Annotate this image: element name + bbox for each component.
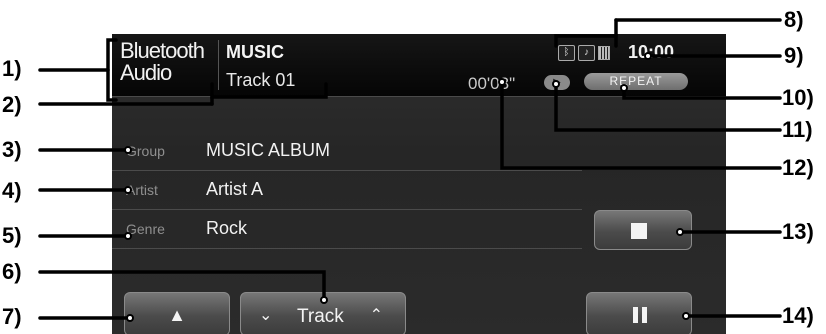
battery-icon bbox=[598, 46, 610, 60]
stop-button[interactable] bbox=[594, 210, 692, 250]
bluetooth-audio-icon: ♪ bbox=[578, 45, 595, 61]
callout-9: 9) bbox=[784, 43, 804, 68]
genre-value: Rock bbox=[206, 218, 248, 238]
music-label: MUSIC bbox=[226, 42, 284, 62]
callout-2: 2) bbox=[2, 92, 22, 117]
source-title[interactable]: Bluetooth Audio bbox=[120, 40, 220, 84]
callout-3: 3) bbox=[2, 137, 22, 162]
info-row-genre: Genre Rock bbox=[112, 210, 582, 249]
callout-11: 11) bbox=[782, 117, 813, 142]
source-line1: Bluetooth bbox=[120, 38, 205, 63]
chevron-down-icon[interactable]: ⌄ bbox=[259, 305, 272, 325]
repeat-indicator: REPEAT bbox=[584, 73, 688, 90]
artist-label: Artist bbox=[126, 182, 158, 198]
bluetooth-phone-icon: ᛒ bbox=[558, 45, 575, 61]
callout-6: 6) bbox=[2, 259, 22, 284]
status-icons: ᛒ ♪ bbox=[558, 44, 610, 62]
folder-up-button[interactable]: ▲ bbox=[124, 292, 230, 334]
pause-icon bbox=[632, 307, 648, 323]
genre-label: Genre bbox=[126, 221, 165, 237]
callout-5: 5) bbox=[2, 223, 22, 248]
callout-10: 10) bbox=[782, 85, 814, 110]
track-label: Track 01 bbox=[226, 70, 296, 90]
elapsed-time: 00'03" bbox=[468, 74, 516, 93]
pause-button[interactable] bbox=[586, 292, 692, 334]
info-row-group: Group MUSIC ALBUM bbox=[112, 132, 582, 171]
callout-12: 12) bbox=[782, 155, 814, 180]
info-row-artist: Artist Artist A bbox=[112, 171, 582, 210]
play-icon: ▶ bbox=[544, 75, 570, 90]
callout-1: 1) bbox=[2, 56, 22, 81]
artist-value: Artist A bbox=[206, 179, 264, 199]
clock: 10:00 bbox=[628, 42, 675, 62]
group-label: Group bbox=[126, 143, 165, 159]
callout-14: 14) bbox=[782, 303, 814, 328]
callout-13: 13) bbox=[782, 219, 814, 244]
callout-8: 8) bbox=[784, 7, 804, 32]
header-bar: Bluetooth Audio MUSIC Track 01 00'03" ᛒ … bbox=[112, 34, 726, 97]
up-arrow-icon: ▲ bbox=[168, 305, 186, 325]
header-divider bbox=[218, 40, 219, 90]
audio-screen: Bluetooth Audio MUSIC Track 01 00'03" ᛒ … bbox=[112, 34, 726, 334]
track-button-label: Track bbox=[297, 306, 344, 327]
track-select-button[interactable]: ⌄ Track ⌃ bbox=[240, 292, 406, 334]
callout-4: 4) bbox=[2, 178, 22, 203]
stop-icon bbox=[631, 223, 647, 239]
source-line2: Audio bbox=[120, 60, 172, 85]
callout-7: 7) bbox=[2, 304, 22, 329]
group-value: MUSIC ALBUM bbox=[206, 140, 331, 160]
chevron-up-icon[interactable]: ⌃ bbox=[370, 305, 383, 325]
